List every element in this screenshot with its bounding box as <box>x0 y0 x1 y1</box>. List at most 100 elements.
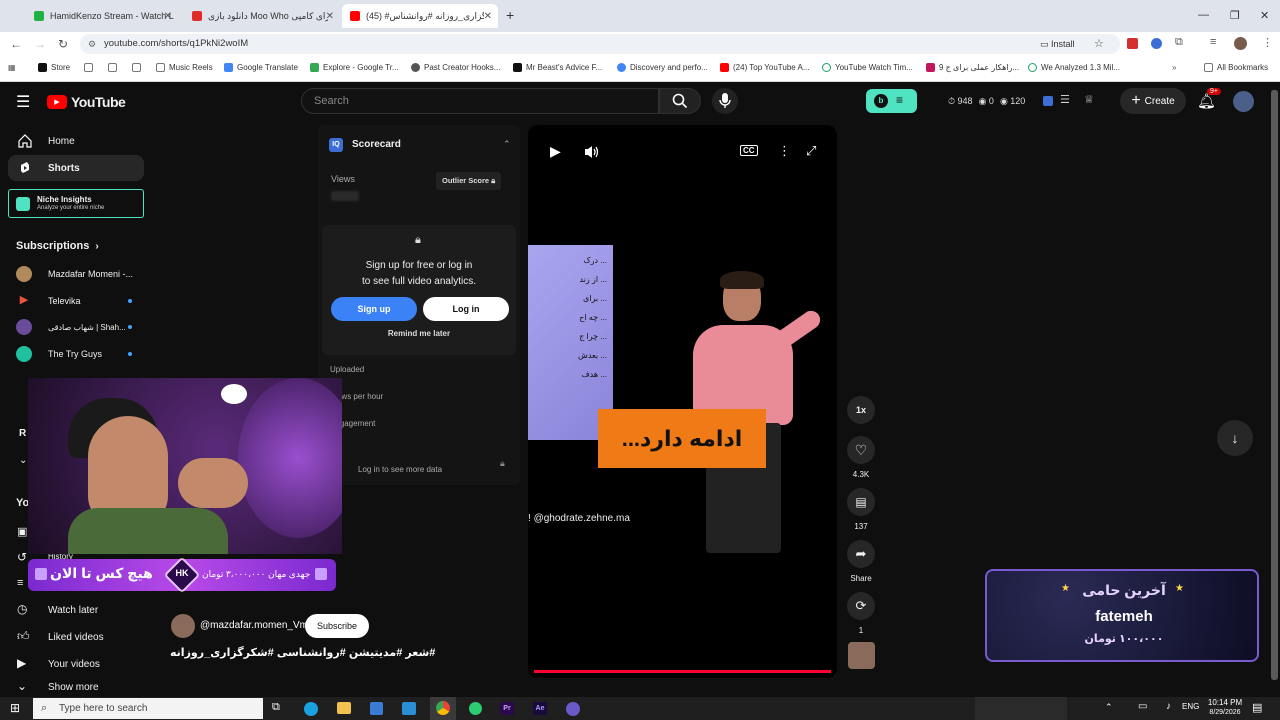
apps-grid-icon[interactable]: ▦ <box>8 63 16 72</box>
bookmark-item[interactable]: 9 راهکار عملی برای ج... <box>926 63 1019 72</box>
fullscreen-icon[interactable]: ⤢ <box>806 143 816 159</box>
close-tab-icon[interactable]: ✕ <box>326 11 334 22</box>
bookmark-folder[interactable]: Music Reels <box>156 63 213 72</box>
voice-search-button[interactable] <box>712 88 738 114</box>
back-icon[interactable]: ← <box>10 37 22 51</box>
store-icon[interactable] <box>370 702 383 715</box>
close-window-icon[interactable]: ✕ <box>1260 9 1269 22</box>
collapse-chevron-icon[interactable]: ⌃ <box>503 139 511 150</box>
account-avatar[interactable] <box>1233 91 1254 112</box>
all-bookmarks[interactable]: All Bookmarks <box>1204 63 1268 72</box>
browser-menu-icon[interactable]: ⋮ <box>1262 36 1273 49</box>
chevron-down-icon[interactable]: ⌄ <box>19 455 27 466</box>
play-icon[interactable]: ▶ <box>550 143 561 160</box>
subscriptions-heading[interactable]: Subscriptions › <box>16 240 99 252</box>
sign-up-button[interactable]: Sign up <box>331 297 417 321</box>
bookmark-item[interactable]: Mr Beast's Advice F... <box>513 63 602 72</box>
comments-button[interactable]: ▤ 137 <box>847 488 875 531</box>
site-info-icon[interactable]: ⚙ <box>88 34 96 54</box>
taskbar-search-input[interactable]: ⌕ Type here to search <box>33 698 263 719</box>
bookmark-item[interactable]: (24) Top YouTube A... <box>720 63 810 72</box>
edge-icon[interactable] <box>304 702 318 716</box>
volume-icon[interactable]: ♪ <box>1166 701 1171 712</box>
playback-speed-button[interactable]: 1x <box>847 396 875 430</box>
log-in-button[interactable]: Log in <box>423 297 509 321</box>
clock-date[interactable]: 8/29/2026 <box>1205 709 1245 716</box>
subscription-item[interactable]: شهاب صادقی | Shah... <box>16 317 144 337</box>
more-bookmarks-icon[interactable]: » <box>1172 63 1176 72</box>
captions-icon[interactable]: CC <box>740 145 758 156</box>
list-icon[interactable]: ☰ <box>1060 93 1070 106</box>
premiere-pro-icon[interactable]: Pr <box>500 702 514 715</box>
subscription-item[interactable]: Mazdafar Momeni -... <box>16 264 144 284</box>
browser-tab-active[interactable]: (45) #شکرگزاری_روزانه #روانشناس ✕ <box>342 4 498 28</box>
bookmark-star-icon[interactable]: ☆ <box>1094 34 1104 54</box>
reading-list-icon[interactable]: ≡ <box>1210 36 1216 48</box>
install-button[interactable]: ▭ Install <box>1040 34 1075 54</box>
close-tab-icon[interactable]: ✕ <box>484 11 492 22</box>
channel-letter-r[interactable]: R <box>19 428 26 439</box>
address-bar[interactable]: ⚙ youtube.com/shorts/q1PkNi2woIM ▭ Insta… <box>80 34 1120 54</box>
restore-icon[interactable]: ❐ <box>1230 9 1240 22</box>
bookmark-item[interactable]: We Analyzed 1.3 Mil... <box>1028 63 1120 72</box>
reload-icon[interactable]: ↻ <box>58 37 68 51</box>
bookmark-item[interactable]: YouTube Watch Tim... <box>822 63 913 72</box>
new-tab-icon[interactable]: + <box>506 7 514 23</box>
bookmark-item[interactable]: Past Creator Hooks... <box>411 63 500 72</box>
volume-icon[interactable] <box>584 145 600 159</box>
task-view-icon[interactable]: ⧉ <box>272 701 280 714</box>
create-button[interactable]: + Create <box>1120 88 1186 114</box>
windows-start-icon[interactable]: ⊞ <box>10 701 20 715</box>
clock-time[interactable]: 10:14 PM <box>1205 698 1245 707</box>
vidiq-extension-button[interactable]: b ≡ <box>866 89 917 113</box>
sidebar-item-shorts[interactable]: Shorts <box>8 155 144 181</box>
bookmark-folder[interactable] <box>108 63 121 72</box>
remix-button[interactable]: ⟳ 1 <box>847 592 875 635</box>
channel-handle[interactable]: @mazdafar.momen_Vm <box>200 620 308 631</box>
hamburger-menu-icon[interactable]: ☰ <box>16 92 30 112</box>
search-input[interactable]: Search <box>301 88 659 114</box>
tray-chevron-icon[interactable]: ⌃ <box>1105 702 1113 713</box>
sidebar-item-watch-later[interactable]: ◷ Watch later <box>8 597 144 623</box>
extension-icon[interactable] <box>1043 96 1053 106</box>
search-button[interactable] <box>659 88 701 114</box>
subscription-item[interactable]: The Try Guys <box>16 344 144 364</box>
after-effects-icon[interactable]: Ae <box>533 702 547 715</box>
file-explorer-icon[interactable] <box>337 702 351 714</box>
notifications-button[interactable]: 🔔︎ 9+ <box>1197 88 1221 111</box>
bookmark-item[interactable]: Google Translate <box>224 63 298 72</box>
next-video-button[interactable]: ↓ <box>1217 420 1253 456</box>
sidebar-item-your-videos[interactable]: ▶ Your videos <box>8 651 144 677</box>
more-options-icon[interactable]: ⋮ <box>778 143 791 159</box>
profile-avatar[interactable] <box>1234 37 1247 50</box>
bookmark-item[interactable]: Store <box>38 63 70 72</box>
minimize-icon[interactable]: — <box>1198 9 1209 21</box>
sidebar-item-home[interactable]: Home <box>8 128 144 154</box>
subscription-item[interactable]: ▶ Televika <box>16 291 144 311</box>
remind-later-link[interactable]: Remind me later <box>322 329 516 338</box>
language-indicator[interactable]: ENG <box>1182 702 1199 711</box>
like-button[interactable]: ♡ 4.3K <box>847 436 875 479</box>
close-tab-icon[interactable]: ✕ <box>164 11 172 22</box>
shorts-video-player[interactable]: ... درک ... از زند ... برای ... چه اح ..… <box>528 125 837 678</box>
network-icon[interactable]: ▭ <box>1138 701 1147 712</box>
forward-icon[interactable]: → <box>34 37 46 51</box>
discord-icon[interactable] <box>566 702 580 716</box>
video-hashtags[interactable]: #شعر #مدیتیشن #روانشناسی #شکرگزاری_روزان… <box>170 646 435 659</box>
trophy-icon[interactable]: ♕ <box>1084 93 1094 106</box>
notification-center-icon[interactable]: ▤ <box>1252 701 1262 714</box>
progress-track[interactable] <box>534 670 831 673</box>
scrollbar-thumb[interactable] <box>1271 90 1278 680</box>
bookmark-folder[interactable] <box>132 63 145 72</box>
login-more-data-link[interactable]: Log in to see more data <box>358 465 442 474</box>
niche-insights-button[interactable]: Niche Insights Analyze your entire niche <box>8 189 144 218</box>
bookmark-item[interactable]: Explore - Google Tr... <box>310 63 399 72</box>
outlier-score-badge[interactable]: Outlier Score 🔒︎ <box>436 172 502 190</box>
share-button[interactable]: ➦ Share <box>847 540 875 583</box>
page-scrollbar[interactable] <box>1271 90 1278 680</box>
extensions-puzzle-icon[interactable]: ⧉ <box>1175 36 1183 49</box>
your-channel-icon[interactable]: ▣ <box>17 525 27 538</box>
extension-icon[interactable] <box>1127 38 1138 49</box>
sound-thumbnail[interactable] <box>848 642 875 669</box>
browser-tab[interactable]: دانلود بازی Moo Who برای کامپی ✕ <box>184 4 340 28</box>
